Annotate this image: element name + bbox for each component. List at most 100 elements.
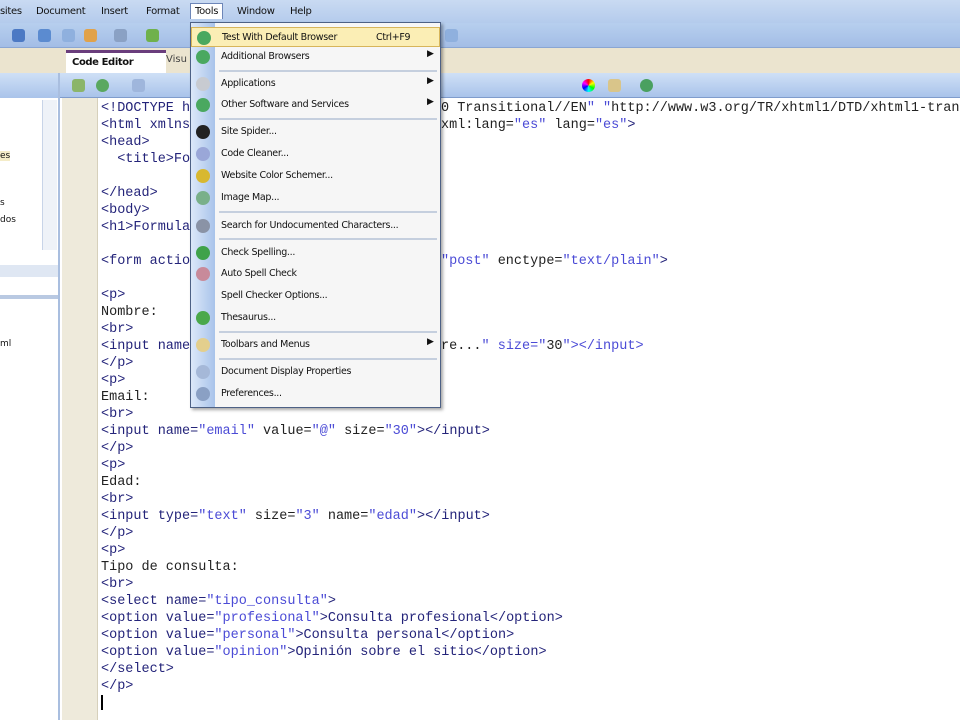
menu-help[interactable]: Help: [290, 6, 312, 17]
menu-item-label: Check Spelling...: [221, 247, 296, 258]
menu-sites[interactable]: sites: [0, 6, 22, 17]
cut-icon[interactable]: [38, 29, 51, 42]
search-characters-icon: [196, 219, 210, 233]
menu-item-search-for-undocumented-characters[interactable]: Search for Undocumented Characters...: [191, 216, 440, 236]
menu-separator: [219, 70, 437, 72]
code-line[interactable]: <select name="tipo_consulta">: [101, 593, 563, 610]
code-line-text-right: xml:lang="es" lang="es">: [441, 118, 636, 133]
code-line[interactable]: <input name="email" value="@" size="30">…: [101, 423, 563, 440]
menu-item-check-spelling[interactable]: Check Spelling...: [191, 243, 440, 263]
code-line-text: <input name="email" value="@" size="30">…: [101, 424, 490, 439]
line-gutter: [62, 98, 98, 720]
panel-item[interactable]: dos: [0, 215, 16, 225]
code-line-text: </select>: [101, 662, 174, 677]
paste-icon[interactable]: [84, 29, 97, 42]
code-line[interactable]: <p>: [101, 457, 563, 474]
code-line[interactable]: <p>: [101, 542, 563, 559]
code-line[interactable]: <br>: [101, 576, 563, 593]
validate-icon[interactable]: [72, 79, 85, 92]
code-line-text: <p>: [101, 288, 126, 303]
code-line-text: </p>: [101, 441, 134, 456]
code-line-text-right: 0 Transitional//EN" "http://www.w3.org/T…: [441, 101, 960, 116]
code-line[interactable]: </p>: [101, 525, 563, 542]
menu-item-test-with-default-browser[interactable]: Test With Default Browser Ctrl+F9: [191, 27, 440, 47]
check-icon[interactable]: [146, 29, 159, 42]
panel-divider[interactable]: [0, 295, 58, 299]
code-line-text: <!DOCTYPE h: [101, 101, 191, 116]
code-line-text: <p>: [101, 373, 126, 388]
code-line[interactable]: <option value="opinion">Opinión sobre el…: [101, 644, 563, 661]
tab-row: Code Editor Visu: [0, 48, 960, 73]
vertical-scrollbar[interactable]: [42, 100, 57, 250]
menu-item-label: Spell Checker Options...: [221, 290, 328, 301]
code-line[interactable]: <br>: [101, 406, 563, 423]
menu-item-website-color-schemer[interactable]: Website Color Schemer...: [191, 166, 440, 186]
menu-item-spell-checker-options[interactable]: Spell Checker Options...: [191, 286, 440, 306]
code-line[interactable]: <option value="profesional">Consulta pro…: [101, 610, 563, 627]
code-line[interactable]: <input type="text" size="3" name="edad">…: [101, 508, 563, 525]
code-line-text: Edad:: [101, 475, 142, 490]
panel-item[interactable]: es: [0, 151, 11, 161]
menu-bar: sites Document Insert Format Tools Windo…: [0, 0, 960, 23]
menu-item-code-cleaner[interactable]: Code Cleaner...: [191, 144, 440, 164]
menu-item-site-spider[interactable]: Site Spider...: [191, 122, 440, 142]
code-line-text: <br>: [101, 322, 134, 337]
menu-item-additional-browsers[interactable]: Additional Browsers ▶: [191, 47, 440, 67]
image-map-icon: [196, 191, 210, 205]
code-line[interactable]: <option value="personal">Consulta person…: [101, 627, 563, 644]
code-line-text: <option value="personal">Consulta person…: [101, 628, 515, 643]
menu-item-document-display-properties[interactable]: Document Display Properties: [191, 362, 440, 382]
code-line[interactable]: </select>: [101, 661, 563, 678]
menu-tools[interactable]: Tools: [190, 3, 224, 19]
horizontal-scrollbar[interactable]: [0, 265, 58, 277]
font-icon[interactable]: [132, 79, 145, 92]
main-toolbar: [0, 23, 960, 48]
document-display-icon: [196, 365, 210, 379]
menu-item-preferences[interactable]: Preferences...: [191, 384, 440, 404]
menu-format[interactable]: Format: [146, 6, 180, 17]
code-line[interactable]: Tipo de consulta:: [101, 559, 563, 576]
menu-item-thesaurus[interactable]: Thesaurus...: [191, 308, 440, 328]
image-icon[interactable]: [608, 79, 621, 92]
redo-icon[interactable]: [12, 29, 25, 42]
menu-item-applications[interactable]: Applications ▶: [191, 74, 440, 94]
left-panel-header: [0, 73, 58, 98]
code-line[interactable]: <br>: [101, 491, 563, 508]
menu-item-label: Auto Spell Check: [221, 268, 297, 279]
home-icon[interactable]: [445, 29, 458, 42]
submenu-arrow-icon: ▶: [427, 337, 434, 347]
menu-window[interactable]: Window: [237, 6, 275, 17]
menu-separator: [219, 118, 437, 120]
globe-icon: [196, 98, 210, 112]
code-line-text: <body>: [101, 203, 150, 218]
code-line-text: <input type="text" size="3" name="edad">…: [101, 509, 490, 524]
menu-item-other-software-and-services[interactable]: Other Software and Services ▶: [191, 95, 440, 115]
submenu-arrow-icon: ▶: [427, 97, 434, 107]
code-line-text: <select name="tipo_consulta">: [101, 594, 336, 609]
tab-visual[interactable]: Visu: [166, 54, 187, 65]
tab-code-editor[interactable]: Code Editor: [66, 50, 166, 73]
menu-document[interactable]: Document: [36, 6, 86, 17]
code-line-text: </p>: [101, 679, 134, 694]
menu-insert[interactable]: Insert: [101, 6, 128, 17]
panel-item[interactable]: s: [0, 198, 5, 208]
code-line-text: </p>: [101, 356, 134, 371]
menu-item-label: Additional Browsers: [221, 51, 310, 62]
panel-item[interactable]: ml: [0, 339, 11, 349]
copy-icon[interactable]: [62, 29, 75, 42]
menu-item-toolbars-and-menus[interactable]: Toolbars and Menus ▶: [191, 335, 440, 355]
code-line[interactable]: </p>: [101, 678, 563, 695]
tool-icon[interactable]: [114, 29, 127, 42]
preview-icon[interactable]: [96, 79, 109, 92]
menu-separator: [219, 211, 437, 213]
menu-item-auto-spell-check[interactable]: Auto Spell Check: [191, 264, 440, 284]
color-wheel-icon[interactable]: [582, 79, 595, 92]
menu-item-label: Document Display Properties: [221, 366, 352, 377]
code-line-text: <head>: [101, 135, 150, 150]
code-line-text: <option value="opinion">Opinión sobre el…: [101, 645, 547, 660]
code-line[interactable]: </p>: [101, 440, 563, 457]
globe-icon[interactable]: [640, 79, 653, 92]
menu-item-image-map[interactable]: Image Map...: [191, 188, 440, 208]
code-line[interactable]: Edad:: [101, 474, 563, 491]
code-line-text: <input name: [101, 339, 191, 354]
